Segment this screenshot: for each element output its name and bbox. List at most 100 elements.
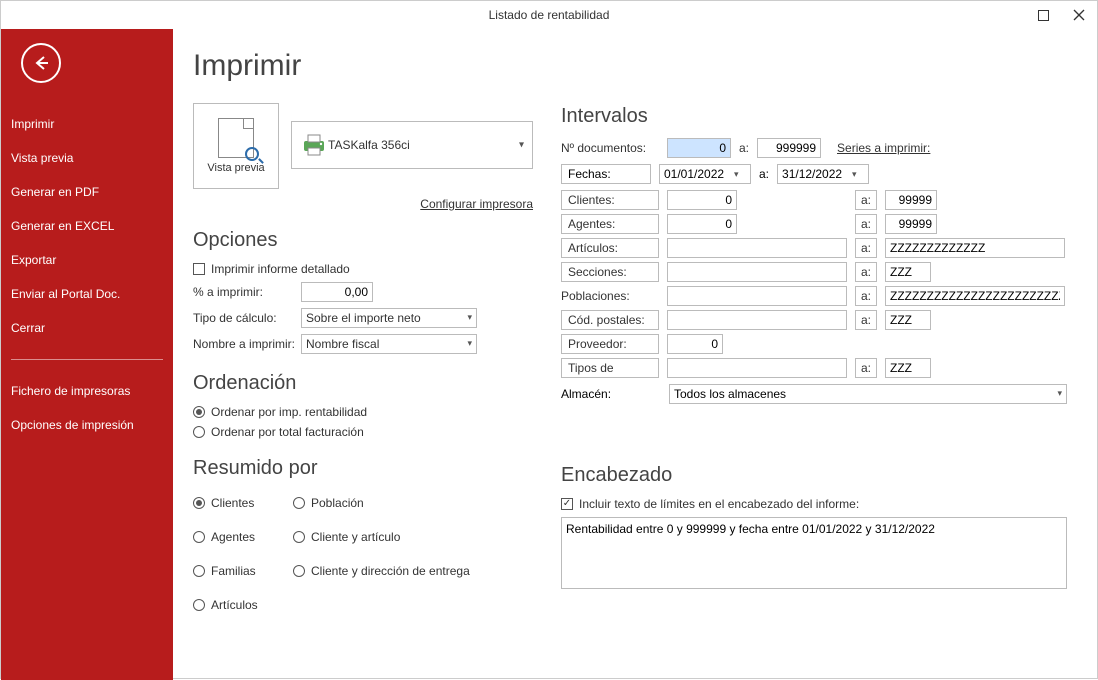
chevron-down-icon: ▾ (467, 312, 472, 323)
tipos-a-button[interactable]: a: (855, 358, 877, 378)
clients-a-button[interactable]: a: (855, 190, 877, 210)
calc-select[interactable]: Sobre el importe neto▾ (301, 308, 477, 328)
pct-input[interactable] (301, 282, 373, 302)
poblaciones-a-button[interactable]: a: (855, 286, 877, 306)
agents-from-input[interactable] (667, 214, 737, 234)
checkbox-icon (193, 263, 205, 275)
sidebar-item-cerrar[interactable]: Cerrar (1, 311, 173, 345)
articles-a-button[interactable]: a: (855, 238, 877, 258)
radio-icon (193, 406, 205, 418)
radio-icon (293, 565, 305, 577)
codpostales-from-input[interactable] (667, 310, 847, 330)
doc-from-input[interactable] (667, 138, 731, 158)
agents-to-input[interactable] (885, 214, 937, 234)
sidebar-item-vista-previa[interactable]: Vista previa (1, 141, 173, 175)
sections-from-input[interactable] (667, 262, 847, 282)
checkbox-icon (561, 498, 573, 510)
summary-familias-radio[interactable]: Familias (193, 564, 293, 578)
clients-from-input[interactable] (667, 190, 737, 210)
close-button[interactable] (1061, 1, 1097, 29)
radio-icon (293, 497, 305, 509)
include-header-checkbox[interactable]: Incluir texto de límites en el encabezad… (561, 497, 1067, 511)
radio-icon (193, 497, 205, 509)
radio-icon (193, 565, 205, 577)
tipos-to-input[interactable] (885, 358, 931, 378)
proveedor-input[interactable] (667, 334, 723, 354)
doc-to-input[interactable] (757, 138, 821, 158)
chevron-down-icon: ▾ (519, 140, 524, 151)
printer-icon (300, 133, 328, 157)
sections-to-input[interactable] (885, 262, 931, 282)
almacen-label: Almacén: (561, 387, 659, 401)
preview-button[interactable]: Vista previa (193, 103, 279, 189)
sidebar-item-fichero-impresoras[interactable]: Fichero de impresoras (1, 374, 173, 408)
poblaciones-label: Poblaciones: (561, 287, 659, 305)
radio-icon (193, 531, 205, 543)
doc-label: Nº documentos: (561, 141, 659, 155)
detailed-report-checkbox[interactable]: Imprimir informe detallado (193, 262, 533, 276)
configure-printer-link[interactable]: Configurar impresora (420, 197, 533, 211)
summary-cliente-articulo-radio[interactable]: Cliente y artículo (293, 530, 533, 544)
poblaciones-from-input[interactable] (667, 286, 847, 306)
codpostales-a-button[interactable]: a: (855, 310, 877, 330)
date-from-input[interactable]: ▾ (659, 164, 751, 184)
agents-a-button[interactable]: a: (855, 214, 877, 234)
document-preview-icon (218, 118, 254, 158)
articles-from-input[interactable] (667, 238, 847, 258)
series-link[interactable]: Series a imprimir: (837, 141, 930, 155)
summary-articulos-radio[interactable]: Artículos (193, 598, 293, 612)
titlebar: Listado de rentabilidad (1, 1, 1097, 29)
articles-to-input[interactable] (885, 238, 1065, 258)
back-arrow-icon (32, 54, 50, 72)
a-label: a: (759, 167, 769, 181)
articles-button[interactable]: Artículos: (561, 238, 659, 258)
maximize-button[interactable] (1025, 1, 1061, 29)
order-by-rentability-radio[interactable]: Ordenar por imp. rentabilidad (193, 405, 533, 419)
name-label: Nombre a imprimir: (193, 337, 301, 351)
order-by-invoicing-radio[interactable]: Ordenar por total facturación (193, 425, 533, 439)
intervals-title: Intervalos (561, 105, 1067, 128)
chevron-down-icon[interactable]: ▾ (848, 169, 861, 180)
header-textarea[interactable] (561, 517, 1067, 589)
summary-cliente-direccion-radio[interactable]: Cliente y dirección de entrega (293, 564, 533, 578)
poblaciones-to-input[interactable] (885, 286, 1065, 306)
preview-label: Vista previa (207, 162, 264, 174)
ordering-title: Ordenación (193, 372, 533, 395)
proveedor-button[interactable]: Proveedor: (561, 334, 659, 354)
dates-button[interactable]: Fechas: (561, 164, 651, 184)
clients-button[interactable]: Clientes: (561, 190, 659, 210)
summary-poblacion-radio[interactable]: Población (293, 496, 533, 510)
printer-name: TASKalfa 356ci (328, 138, 410, 152)
almacen-select[interactable]: Todos los almacenes ▾ (669, 384, 1067, 404)
name-select[interactable]: Nombre fiscal▾ (301, 334, 477, 354)
chevron-down-icon[interactable]: ▾ (730, 169, 743, 180)
printer-select[interactable]: TASKalfa 356ci ▾ (291, 121, 533, 169)
summary-agentes-radio[interactable]: Agentes (193, 530, 293, 544)
date-to-input[interactable]: ▾ (777, 164, 869, 184)
sections-button[interactable]: Secciones: (561, 262, 659, 282)
radio-icon (193, 599, 205, 611)
options-title: Opciones (193, 229, 533, 252)
sidebar-item-generar-pdf[interactable]: Generar en PDF (1, 175, 173, 209)
chevron-down-icon: ▾ (1057, 388, 1062, 399)
back-button[interactable] (21, 43, 61, 83)
sections-a-button[interactable]: a: (855, 262, 877, 282)
sidebar-item-imprimir[interactable]: Imprimir (1, 107, 173, 141)
codpostales-to-input[interactable] (885, 310, 931, 330)
codpostales-button[interactable]: Cód. postales: (561, 310, 659, 330)
sidebar-item-portal-doc[interactable]: Enviar al Portal Doc. (1, 277, 173, 311)
clients-to-input[interactable] (885, 190, 937, 210)
sidebar-item-generar-excel[interactable]: Generar en EXCEL (1, 209, 173, 243)
radio-icon (193, 426, 205, 438)
summary-clientes-radio[interactable]: Clientes (193, 496, 293, 510)
header-title: Encabezado (561, 464, 1067, 487)
tipos-button[interactable]: Tipos de (561, 358, 659, 378)
radio-icon (293, 531, 305, 543)
agents-button[interactable]: Agentes: (561, 214, 659, 234)
sidebar-item-opciones-impresion[interactable]: Opciones de impresión (1, 408, 173, 442)
sidebar-item-exportar[interactable]: Exportar (1, 243, 173, 277)
pct-label: % a imprimir: (193, 285, 301, 299)
tipos-from-input[interactable] (667, 358, 847, 378)
window-title: Listado de rentabilidad (489, 8, 610, 22)
calc-label: Tipo de cálculo: (193, 311, 301, 325)
